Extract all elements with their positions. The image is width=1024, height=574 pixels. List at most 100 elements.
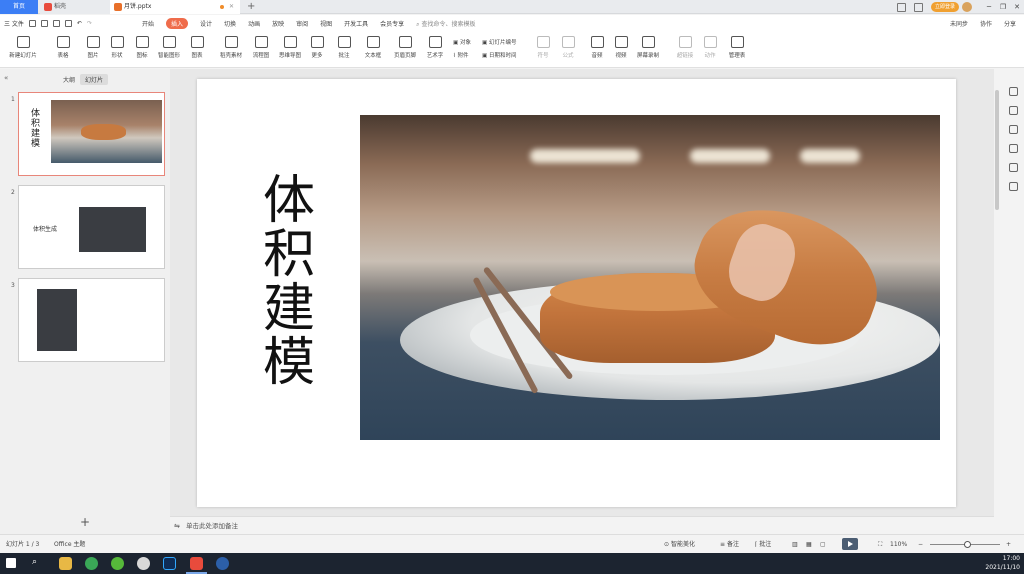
collapse-panel-icon[interactable]: « [4,74,8,82]
slide-title[interactable]: 体积建模 [261,174,317,390]
tab-slides[interactable]: 幻灯片 [80,74,109,85]
share-button[interactable]: 分享 [1004,19,1016,28]
tab-close-icon[interactable]: ✕ [229,0,234,14]
chrome-icon[interactable] [85,557,98,570]
play-slideshow-button[interactable] [842,538,858,550]
minimize-button[interactable]: ─ [982,3,996,11]
save-icon[interactable] [28,20,36,27]
zoom-in-button[interactable]: + [1006,535,1011,554]
menu-tab-slideshow[interactable]: 放映 [272,19,284,28]
print-icon[interactable] [52,20,60,27]
restore-button[interactable]: ❐ [996,3,1010,11]
help-icon[interactable] [1009,163,1018,172]
chart-button[interactable]: 图表 [182,36,212,59]
menu-tab-design[interactable]: 设计 [200,19,212,28]
docer-material-button[interactable]: 稻壳素材 [216,36,246,59]
zoom-level[interactable]: 110% [890,535,907,554]
zoom-slider-handle[interactable] [964,541,971,548]
new-tab-button[interactable]: + [247,0,255,14]
file-explorer-icon[interactable] [59,557,72,570]
menu-tab-review[interactable]: 审阅 [296,19,308,28]
textbox-button[interactable]: 文本框 [358,36,388,59]
menu-tab-member[interactable]: 会员专享 [380,19,404,28]
style-icon[interactable] [1009,87,1018,96]
transition-icon[interactable] [1009,144,1018,153]
flowchart-icon [254,36,268,48]
notes-pane[interactable]: ⇋ 单击此处添加备注 [170,516,994,534]
login-button[interactable]: 立即登录 [930,2,959,12]
slide-number-button[interactable]: ▣ 幻灯片编号 [482,38,516,46]
search-icon[interactable]: ⌕ [32,557,45,570]
flowchart-button[interactable]: 流程图 [246,36,276,59]
comment-toggle[interactable]: ⌈ 批注 [755,535,771,554]
slide-thumbnail-1[interactable]: 体积建模 [18,92,165,176]
tab-docer[interactable]: 稻壳 [40,0,110,14]
properties-icon[interactable] [1009,106,1018,115]
menu-tab-home[interactable]: 开始 [142,19,154,28]
notes-toggle[interactable]: ≡ 备注 [720,535,739,554]
menu-tab-transitions[interactable]: 切换 [224,19,236,28]
menu-tab-view[interactable]: 视图 [320,19,332,28]
smartart-button[interactable]: 智能图形 [154,36,184,59]
preview-icon[interactable] [64,20,72,27]
quick-access-toolbar: 三 文件 ↶ ↷ [4,15,92,32]
fit-window-icon[interactable]: ⛶ [878,535,882,554]
menu-tab-insert[interactable]: 插入 [166,18,189,29]
header-footer-button[interactable]: 页眉页脚 [390,36,420,59]
collaborate-button[interactable]: 协作 [980,19,992,28]
sync-status[interactable]: 未同步 [950,19,968,28]
chat-app-icon[interactable] [137,557,150,570]
app-icon[interactable] [216,557,229,570]
slide-thumbnail-3[interactable] [18,278,165,362]
icon-button[interactable]: 图标 [127,36,157,59]
more-button[interactable]: 更多 [302,36,332,59]
video-button[interactable]: 视频 [606,36,636,59]
smart-beautify-button[interactable]: ⊙ 智能美化 [664,535,695,554]
mooncake-photo[interactable] [360,115,940,440]
menu-right-actions: 未同步 协作 分享 [938,15,1016,32]
new-slide-button[interactable]: 新建幻灯片 [6,36,40,59]
window-controls: 立即登录 ─ ❐ ✕ [896,0,1024,14]
comment-button[interactable]: 批注 [329,36,359,59]
wps-icon[interactable] [190,557,203,570]
reader-mode-icon[interactable] [896,2,906,12]
action-button[interactable]: 动作 [695,36,725,59]
mindmap-button[interactable]: 思维导图 [275,36,305,59]
manage-button[interactable]: 管理表 [722,36,752,59]
zoom-out-button[interactable]: − [918,535,923,554]
photoshop-icon[interactable] [163,557,176,570]
object-button[interactable]: ▣ 对象 [453,38,471,46]
tab-home[interactable]: 首页 [0,0,38,14]
undo-icon[interactable]: ↶ [77,20,82,27]
command-search[interactable]: ⌕ 查找命令、搜索模板 [416,19,475,29]
avatar[interactable] [962,2,972,12]
current-slide[interactable]: 体积建模 [197,79,956,507]
sorter-view-icon[interactable]: ▦ [806,535,812,554]
wordart-button[interactable]: 艺术字 [420,36,450,59]
file-menu[interactable]: 三 文件 [4,19,24,28]
taskbar-clock[interactable]: 17:00 2021/11/10 [985,554,1020,572]
formula-button[interactable]: 公式 [553,36,583,59]
attachment-button[interactable]: ⌇ 附件 [453,51,468,59]
wechat-browser-icon[interactable] [111,557,124,570]
table-button[interactable]: 表格 [48,36,78,59]
slide-thumbnail-2[interactable]: 体积生成 [18,185,165,269]
vertical-scrollbar[interactable] [993,80,1001,510]
animation-icon[interactable] [1009,125,1018,134]
add-slide-button[interactable]: + [80,515,90,529]
export-pdf-icon[interactable] [40,20,48,27]
tab-document-active[interactable]: 月饼.pptx ✕ [110,0,240,14]
screen-record-button[interactable]: 屏幕录制 [633,36,663,59]
windows-start-icon[interactable] [6,558,16,568]
normal-view-icon[interactable]: ▥ [792,535,798,554]
backup-icon[interactable] [1009,182,1018,191]
tab-outline[interactable]: 大纲 [58,74,80,85]
close-window-button[interactable]: ✕ [1010,3,1024,11]
reading-view-icon[interactable]: ▢ [820,535,826,554]
scrollbar-thumb[interactable] [995,90,999,210]
menu-tab-developer[interactable]: 开发工具 [344,19,368,28]
grid-view-icon[interactable] [913,2,923,12]
redo-icon[interactable]: ↷ [87,20,92,27]
menu-tab-animation[interactable]: 动画 [248,19,260,28]
date-time-button[interactable]: ▣ 日期和时间 [482,51,516,59]
